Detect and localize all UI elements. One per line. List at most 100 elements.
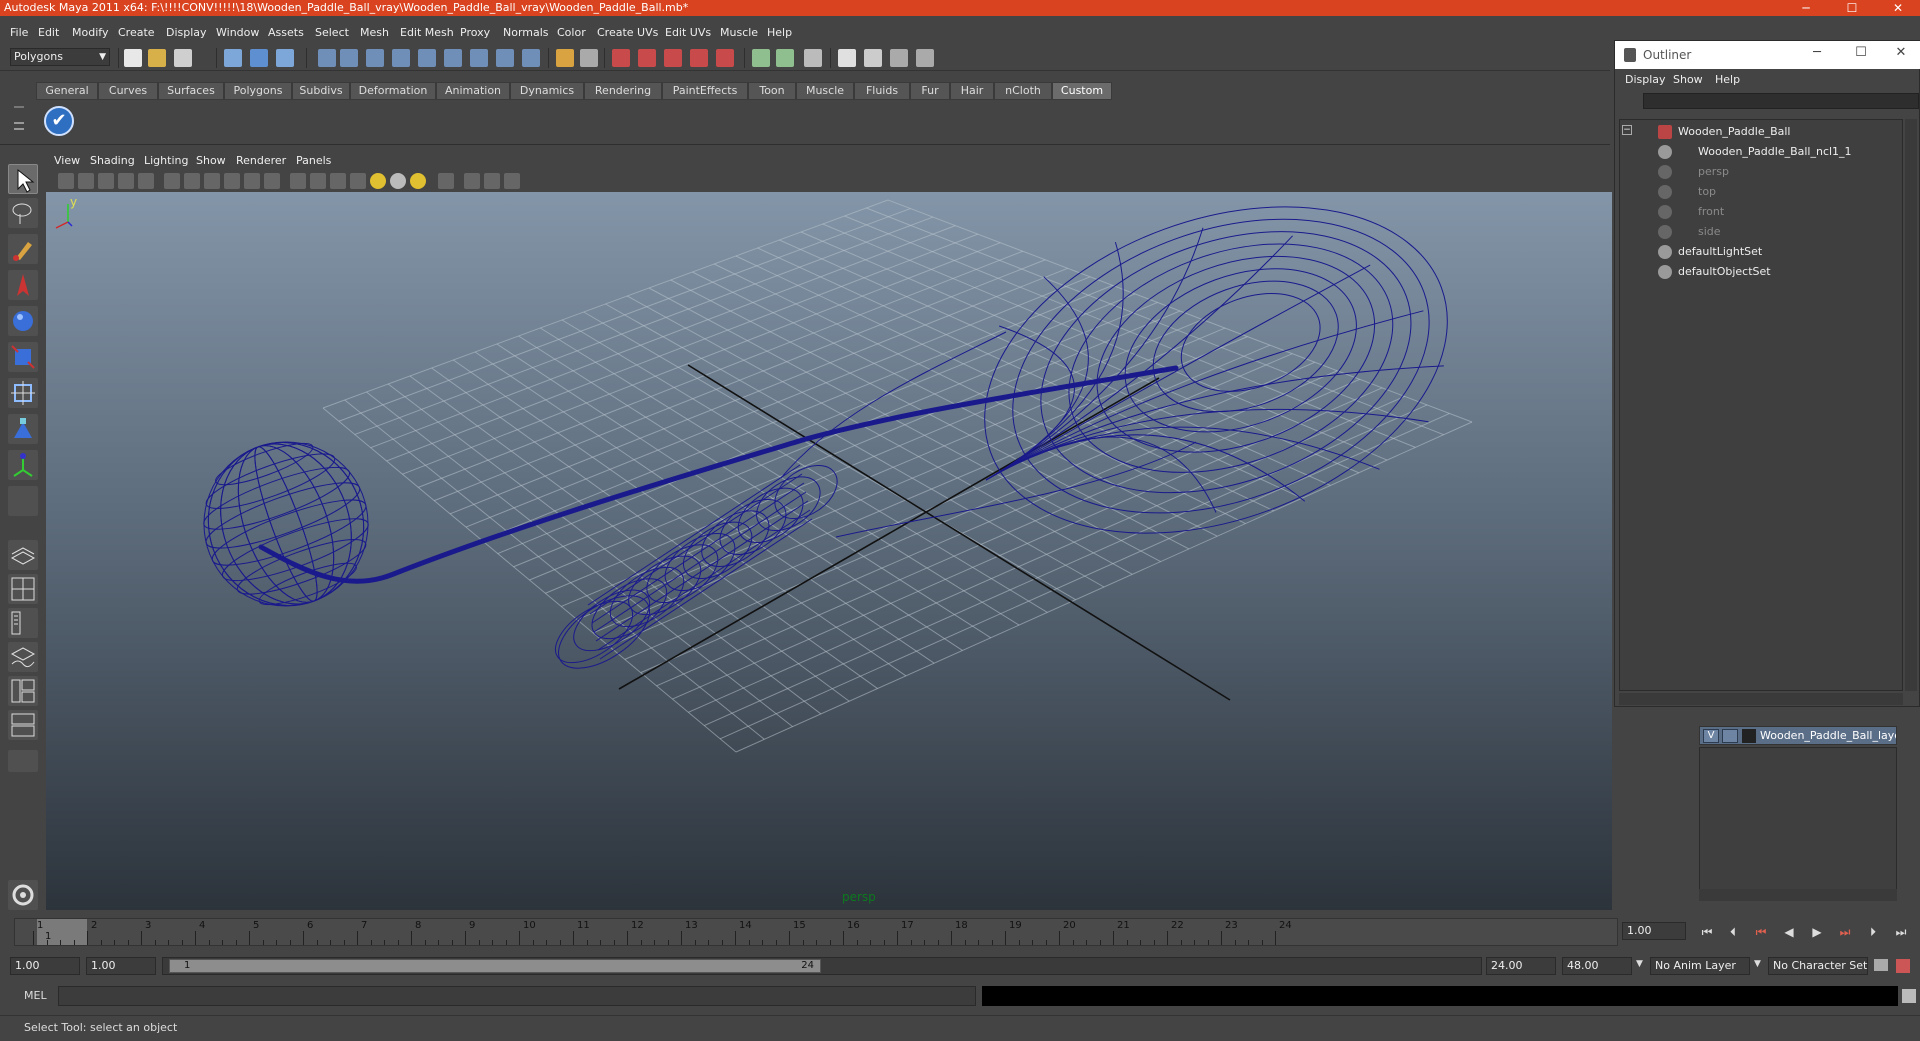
step-back-key-icon[interactable]: ⏴	[1724, 924, 1742, 940]
snap-surface-icon[interactable]	[444, 49, 462, 67]
maximize-icon[interactable]: ☐	[1851, 45, 1871, 65]
go-to-start-icon[interactable]: ⏮	[1698, 924, 1716, 940]
image-plane-icon[interactable]	[118, 173, 134, 189]
display-layer-row[interactable]: V Wooden_Paddle_Ball_layer	[1699, 726, 1897, 745]
command-language-label[interactable]: MEL	[24, 989, 47, 1002]
step-forward-frame-icon[interactable]: ⏭	[1836, 924, 1854, 940]
grid-toggle-icon[interactable]	[138, 173, 154, 189]
menu-create-uvs[interactable]: Create UVs	[597, 26, 658, 39]
history-icon[interactable]	[612, 49, 630, 67]
outliner-item[interactable]: side	[1620, 222, 1904, 242]
show-manipulator-icon[interactable]	[8, 450, 38, 480]
menu-create[interactable]: Create	[118, 26, 155, 39]
play-backward-icon[interactable]: ◀	[1780, 924, 1798, 940]
manipulator-tool-icon[interactable]	[8, 378, 38, 408]
outliner-menu-show[interactable]: Show	[1673, 73, 1703, 86]
lasso-tool-icon[interactable]	[8, 198, 38, 228]
shelf-tab-toon[interactable]: Toon	[748, 82, 796, 100]
ipr-render-icon[interactable]	[690, 49, 708, 67]
minimize-icon[interactable]: ─	[1807, 45, 1827, 65]
last-tool-icon[interactable]	[8, 486, 38, 516]
paint-select-tool-icon[interactable]	[8, 234, 38, 264]
menu-edit[interactable]: Edit	[38, 26, 59, 39]
shadows-icon[interactable]	[390, 173, 406, 189]
rename-icon[interactable]	[776, 49, 794, 67]
bookmark-icon[interactable]	[98, 173, 114, 189]
modeling-toolkit-icon[interactable]	[916, 49, 934, 67]
shelf-menu-icon[interactable]	[12, 104, 26, 140]
channel-layer-icon[interactable]	[890, 49, 908, 67]
field-chart-icon[interactable]	[224, 173, 240, 189]
rotate-tool-icon[interactable]	[8, 306, 38, 336]
wireframe-icon[interactable]	[290, 173, 306, 189]
lights-icon[interactable]	[370, 173, 386, 189]
camera-attr-icon[interactable]	[78, 173, 94, 189]
outliner-menu-display[interactable]: Display	[1625, 73, 1666, 86]
animation-start-field[interactable]: 1.00	[10, 957, 80, 975]
mask-icon[interactable]	[318, 49, 336, 67]
shelf-tab-custom[interactable]: Custom	[1052, 82, 1112, 100]
perspective-viewport[interactable]: y persp	[46, 192, 1612, 910]
time-slider[interactable]: 1 1 2 3 4 5 6 7 8 9 10 11 12 13 14 15 16 17 18 19 20 21 22 23 2…	[14, 918, 1618, 946]
single-perspective-layout-icon[interactable]	[8, 540, 38, 570]
shelf-tab-dynamics[interactable]: Dynamics	[510, 82, 584, 100]
chevron-down-icon[interactable]: ▼	[1636, 959, 1643, 969]
outliner-item[interactable]: defaultLightSet	[1620, 242, 1904, 262]
minimize-icon[interactable]: ─	[1788, 0, 1824, 16]
current-time-marker[interactable]: 1	[37, 919, 87, 945]
snap-history-icon[interactable]	[496, 49, 514, 67]
playback-start-field[interactable]: 1.00	[86, 957, 156, 975]
snap-grid-icon[interactable]	[340, 49, 358, 67]
shelf-tab-curves[interactable]: Curves	[98, 82, 158, 100]
play-forward-icon[interactable]: ▶	[1808, 924, 1826, 940]
anim-layer-select[interactable]: No Anim Layer	[1650, 957, 1750, 975]
menu-muscle[interactable]: Muscle	[720, 26, 758, 39]
scale-tool-icon[interactable]	[8, 342, 38, 372]
menu-edit-mesh[interactable]: Edit Mesh	[400, 26, 454, 39]
menu-help[interactable]: Help	[767, 26, 792, 39]
chevron-down-icon[interactable]: ▼	[99, 49, 106, 65]
shelf-tab-ncloth[interactable]: nCloth	[994, 82, 1052, 100]
chevron-down-icon[interactable]: ▼	[1754, 959, 1761, 969]
menu-window[interactable]: Window	[216, 26, 259, 39]
selection-icon[interactable]	[580, 49, 598, 67]
tool-settings-icon[interactable]	[864, 49, 882, 67]
script-editor-icon[interactable]	[1902, 989, 1916, 1003]
menu-modify[interactable]: Modify	[72, 26, 108, 39]
xray-joints-icon[interactable]	[484, 173, 500, 189]
menu-proxy[interactable]: Proxy	[460, 26, 490, 39]
snap-plane-icon[interactable]	[418, 49, 436, 67]
step-back-frame-icon[interactable]: ⏮	[1752, 924, 1770, 940]
outliner-filter-input[interactable]	[1643, 93, 1919, 109]
command-input[interactable]	[58, 986, 976, 1006]
preferences-icon[interactable]	[1896, 959, 1910, 973]
close-icon[interactable]: ✕	[1880, 0, 1916, 16]
shelf-tab-subdivs[interactable]: Subdivs	[292, 82, 350, 100]
panel-menu-panels[interactable]: Panels	[296, 154, 331, 167]
render-settings-icon[interactable]	[716, 49, 734, 67]
shelf-tab-general[interactable]: General	[36, 82, 98, 100]
layer-visibility-toggle[interactable]: V	[1703, 729, 1719, 743]
outliner-horizontal-scrollbar[interactable]	[1619, 693, 1903, 705]
shelf-tab-fur[interactable]: Fur	[910, 82, 950, 100]
xray-active-icon[interactable]	[504, 173, 520, 189]
shelf-tab-animation[interactable]: Animation	[436, 82, 510, 100]
panel-menu-show[interactable]: Show	[196, 154, 226, 167]
outliner-vertical-scrollbar[interactable]	[1905, 119, 1917, 691]
menu-edit-uvs[interactable]: Edit UVs	[665, 26, 711, 39]
open-scene-icon[interactable]	[148, 49, 166, 67]
current-frame-field[interactable]: 1.00	[1622, 922, 1686, 940]
default-light-icon[interactable]	[410, 173, 426, 189]
layout-options-icon[interactable]	[8, 750, 38, 772]
safe-title-icon[interactable]	[264, 173, 280, 189]
shelf-tab-hair[interactable]: Hair	[950, 82, 994, 100]
go-to-end-icon[interactable]: ⏭	[1892, 924, 1910, 940]
select-object-icon[interactable]	[250, 49, 268, 67]
wireframe-on-shaded-icon[interactable]	[330, 173, 346, 189]
input-line-icon[interactable]	[752, 49, 770, 67]
camera-select-icon[interactable]	[58, 173, 74, 189]
menu-set-select[interactable]: Polygons ▼	[10, 48, 110, 66]
outliner-item[interactable]: defaultObjectSet	[1620, 262, 1904, 282]
key-icon[interactable]	[1874, 959, 1888, 971]
resolution-gate-icon[interactable]	[184, 173, 200, 189]
